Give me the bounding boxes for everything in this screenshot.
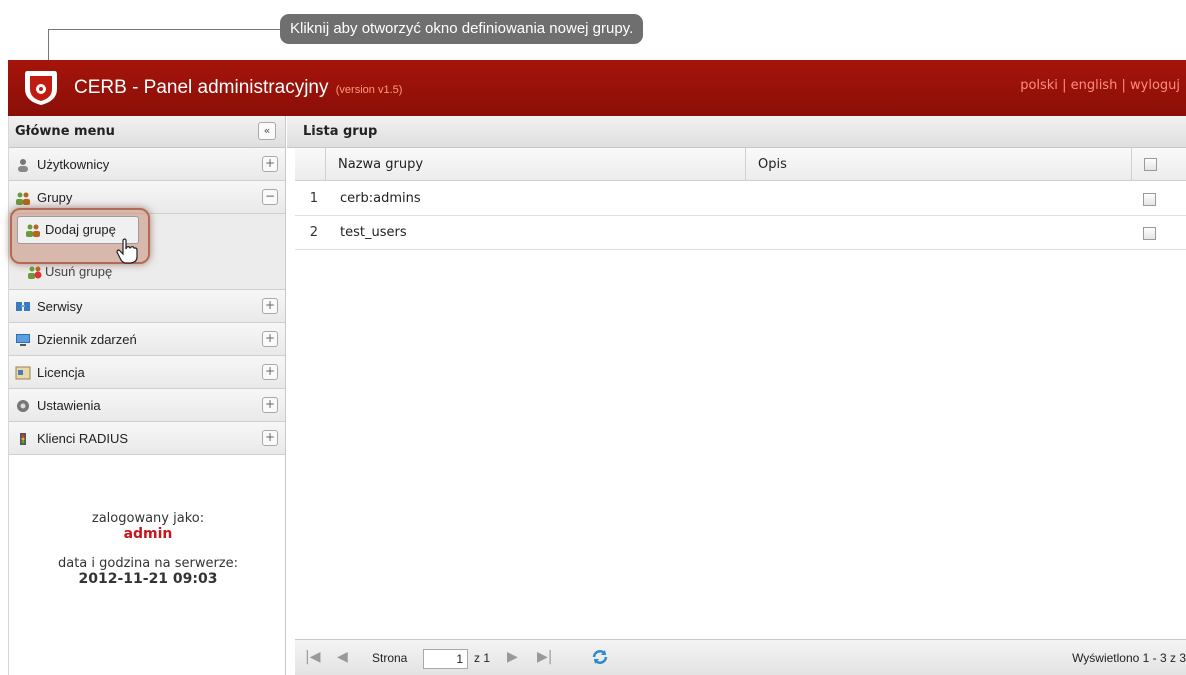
header-links: polski | english | wyloguj xyxy=(1020,78,1180,93)
sidebar-item-uzytkownicy[interactable]: Użytkownicy + xyxy=(9,148,285,181)
monitor-icon xyxy=(16,334,30,346)
first-page-icon[interactable]: |◀ xyxy=(305,649,320,665)
expand-toggle-button[interactable]: + xyxy=(262,430,278,446)
cerb-logo-icon xyxy=(25,71,57,105)
column-header-select xyxy=(1131,148,1186,181)
session-info: zalogowany jako: admin data i godzina na… xyxy=(9,511,287,587)
pager-toolbar: |◀ ◀ Strona 1 z 1 ▶ ▶| Wyświetlono 1 - 3… xyxy=(295,639,1186,675)
radius-icon xyxy=(20,433,26,445)
main-title: Lista grup xyxy=(303,124,378,139)
page-count: z 1 xyxy=(474,651,491,665)
sidebar-item-ustawienia[interactable]: Ustawienia + xyxy=(9,389,285,422)
logged-in-label: zalogowany jako: xyxy=(91,511,205,526)
column-header-desc[interactable]: Opis xyxy=(745,148,1131,181)
column-header-name[interactable]: Nazwa grupy xyxy=(325,148,745,181)
collapse-toggle-button[interactable]: − xyxy=(262,189,278,205)
group-name: cerb:admins xyxy=(340,191,421,206)
license-icon xyxy=(15,366,31,380)
sidebar-item-licencja[interactable]: Licencja + xyxy=(9,356,285,389)
expand-toggle-button[interactable]: + xyxy=(262,364,278,380)
sidebar-header: Główne menu « xyxy=(9,116,285,148)
sidebar-item-label: Licencja xyxy=(37,365,85,380)
logout-link[interactable]: wyloguj xyxy=(1130,78,1180,93)
sidebar-item-serwisy[interactable]: Serwisy + xyxy=(9,290,285,323)
sidebar-item-klienci-radius[interactable]: Klienci RADIUS + xyxy=(9,422,285,455)
add-group-icon xyxy=(26,224,40,237)
refresh-icon[interactable] xyxy=(590,648,610,666)
app-title-text: CERB - Panel administracyjny xyxy=(74,77,329,98)
sidebar-item-label: Klienci RADIUS xyxy=(37,431,129,446)
table-row[interactable]: 1 cerb:admins xyxy=(295,182,1186,216)
page-label: Strona xyxy=(372,651,408,665)
tooltip-callout: Kliknij aby otworzyć okno definiowania n… xyxy=(280,14,644,44)
app-version: (version v1.5) xyxy=(335,84,403,96)
row-number: 2 xyxy=(309,225,318,240)
sidebar-item-label: Ustawienia xyxy=(37,398,101,413)
lang-english-link[interactable]: english xyxy=(1071,78,1118,93)
sidebar-item-label: Dziennik zdarzeń xyxy=(37,332,137,347)
user-icon xyxy=(18,159,28,172)
expand-toggle-button[interactable]: + xyxy=(262,331,278,347)
lang-polski-link[interactable]: polski xyxy=(1020,78,1058,93)
last-page-icon[interactable]: ▶| xyxy=(537,649,552,665)
group-icon xyxy=(16,192,30,205)
row-number: 1 xyxy=(309,191,318,206)
remove-group-icon xyxy=(28,266,42,279)
table-row[interactable]: 2 test_users xyxy=(295,216,1186,250)
remove-group-label: Usuń grupę xyxy=(45,264,113,279)
page-number-input[interactable]: 1 xyxy=(423,649,468,669)
callout-connector-horizontal xyxy=(48,29,280,30)
server-time: 2012-11-21 09:03 xyxy=(78,571,218,587)
expand-toggle-button[interactable]: + xyxy=(262,298,278,314)
collapse-sidebar-button[interactable]: « xyxy=(258,122,276,140)
app-header: CERB - Panel administracyjny (version v1… xyxy=(8,60,1186,116)
pager-status: Wyświetlono 1 - 3 z 3 xyxy=(1072,651,1186,665)
expand-toggle-button[interactable]: + xyxy=(262,156,278,172)
logged-in-user: admin xyxy=(123,526,173,542)
row-checkbox[interactable] xyxy=(1143,227,1156,240)
group-name: test_users xyxy=(340,225,407,240)
services-icon xyxy=(16,302,30,311)
sidebar-title: Główne menu xyxy=(15,124,115,139)
sidebar-item-label: Grupy xyxy=(37,190,73,205)
sidebar-item-dziennik-zdarzen[interactable]: Dziennik zdarzeń + xyxy=(9,323,285,356)
link-separator: | xyxy=(1121,78,1126,93)
sidebar-item-label: Serwisy xyxy=(37,299,83,314)
main-panel: Lista grup Nazwa grupy Opis 1 cerb:admin… xyxy=(287,116,1186,675)
next-page-icon[interactable]: ▶ xyxy=(507,649,518,665)
row-checkbox[interactable] xyxy=(1143,193,1156,206)
hand-cursor-icon xyxy=(116,238,138,264)
sidebar: Główne menu « Użytkownicy + Grupy − Serw… xyxy=(8,116,286,675)
server-time-label: data i godzina na serwerze: xyxy=(57,556,239,571)
link-separator: | xyxy=(1062,78,1067,93)
prev-page-icon[interactable]: ◀ xyxy=(337,649,348,665)
sidebar-item-label: Użytkownicy xyxy=(37,157,110,172)
settings-icon xyxy=(17,400,29,412)
grid-header: Nazwa grupy Opis xyxy=(295,148,1186,181)
expand-toggle-button[interactable]: + xyxy=(262,397,278,413)
app-title: CERB - Panel administracyjny (version v1… xyxy=(74,77,402,99)
select-all-checkbox[interactable] xyxy=(1144,158,1157,171)
main-header: Lista grup xyxy=(287,116,1186,148)
add-group-label: Dodaj grupę xyxy=(45,222,116,237)
